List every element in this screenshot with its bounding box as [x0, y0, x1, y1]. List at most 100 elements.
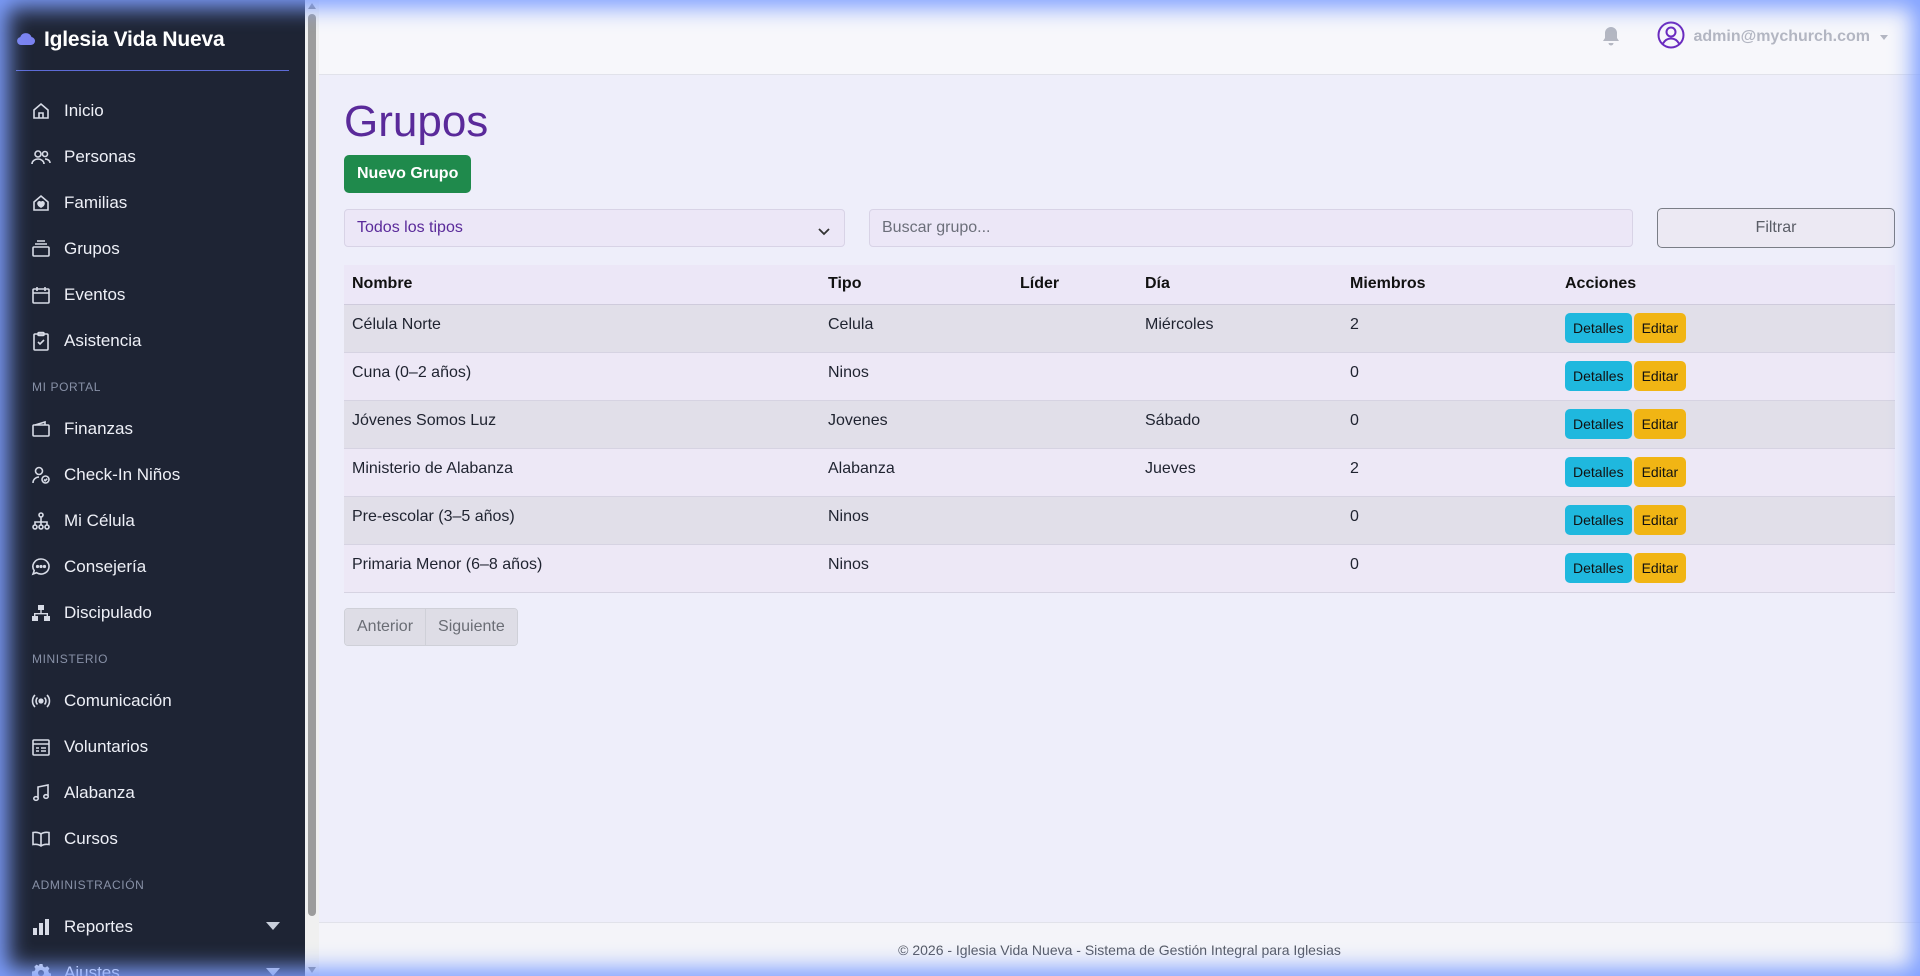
scroll-up-arrow-icon[interactable] [308, 3, 316, 9]
column-header-nombre[interactable]: Nombre [344, 265, 820, 305]
user-email: admin@mychurch.com [1693, 28, 1870, 45]
cell-lider [1012, 448, 1137, 497]
sidebar-item-label: Finanzas [64, 419, 133, 438]
cell-acciones: Detalles Editar [1557, 496, 1895, 545]
sidebar-item-inicio[interactable]: Inicio [30, 96, 280, 126]
edit-button[interactable]: Editar [1633, 504, 1687, 535]
cell-nombre: Jóvenes Somos Luz [344, 400, 820, 449]
sidebar-item-label: Discipulado [64, 603, 152, 622]
edit-button[interactable]: Editar [1633, 456, 1687, 487]
column-header-tipo[interactable]: Tipo [820, 265, 1012, 305]
calendar-list-icon [30, 736, 52, 758]
pagination: Anterior Siguiente [344, 608, 518, 646]
sidebar-item-eventos[interactable]: Eventos [30, 280, 280, 310]
edit-button[interactable]: Editar [1633, 360, 1687, 391]
sidebar-item-ajustes[interactable]: Ajustes [30, 958, 280, 976]
cell-tipo: Ninos [820, 544, 1012, 593]
cell-lider [1012, 496, 1137, 545]
sidebar-item-grupos[interactable]: Grupos [30, 234, 280, 264]
cell-dia: Miércoles [1137, 304, 1342, 353]
diagram-icon [30, 602, 52, 624]
cell-dia [1137, 544, 1342, 593]
cell-miembros: 0 [1342, 400, 1557, 449]
sidebar-item-label: Consejería [64, 557, 147, 576]
search-input[interactable] [869, 209, 1633, 247]
cell-tipo: Ninos [820, 352, 1012, 401]
chevron-down-icon [266, 968, 280, 976]
column-header-lider[interactable]: Líder [1012, 265, 1137, 305]
section-administracion: ADMINISTRACIÓN [32, 878, 145, 892]
wallet-icon [30, 418, 52, 440]
cell-miembros: 0 [1342, 544, 1557, 593]
edit-button[interactable]: Editar [1633, 408, 1687, 439]
sidebar-item-familias[interactable]: Familias [30, 188, 280, 218]
sidebar-item-label: Voluntarios [64, 737, 149, 756]
details-button[interactable]: Detalles [1565, 552, 1632, 583]
table-row: Pre-escolar (3–5 años) Ninos 0 Detalles E… [344, 496, 1895, 545]
brand-divider [16, 70, 289, 71]
sidebar-item-mi-celula[interactable]: Mi Célula [30, 506, 280, 536]
sidebar-item-discipulado[interactable]: Discipulado [30, 598, 280, 628]
calendar-icon [30, 284, 52, 306]
sidebar-item-label: Check-In Niños [64, 465, 181, 484]
sidebar-item-asistencia[interactable]: Asistencia [30, 326, 280, 356]
sidebar-item-voluntarios[interactable]: Voluntarios [30, 732, 280, 762]
cell-nombre: Pre-escolar (3–5 años) [344, 496, 820, 545]
cell-tipo: Celula [820, 304, 1012, 353]
next-page-button[interactable]: Siguiente [425, 609, 517, 645]
scroll-thumb[interactable] [308, 14, 316, 916]
users-icon [30, 146, 52, 168]
sidebar-item-reportes[interactable]: Reportes [30, 912, 280, 942]
column-header-dia[interactable]: Día [1137, 265, 1342, 305]
sidebar-item-alabanza[interactable]: Alabanza [30, 778, 280, 808]
sidebar-item-label: Comunicación [64, 691, 172, 710]
user-avatar-icon [1657, 21, 1685, 54]
clipboard-check-icon [30, 330, 52, 352]
scroll-down-arrow-icon[interactable] [308, 967, 316, 973]
cell-tipo: Jovenes [820, 400, 1012, 449]
section-mi-portal: MI PORTAL [32, 380, 101, 394]
sidebar-item-label: Cursos [64, 829, 118, 848]
cell-dia [1137, 496, 1342, 545]
sidebar-item-cursos[interactable]: Cursos [30, 824, 280, 854]
previous-page-button[interactable]: Anterior [345, 609, 426, 645]
footer-text: © 2026 - Iglesia Vida Nueva - Sistema de… [898, 941, 1341, 958]
table-header: Nombre Tipo Líder Día Miembros Acciones [344, 265, 1895, 305]
brand[interactable]: Iglesia Vida Nueva [16, 26, 225, 54]
details-button[interactable]: Detalles [1565, 504, 1632, 535]
details-button[interactable]: Detalles [1565, 456, 1632, 487]
sidebar-item-personas[interactable]: Personas [30, 142, 280, 172]
sidebar-item-label: Familias [64, 193, 128, 212]
details-button[interactable]: Detalles [1565, 312, 1632, 343]
sidebar-scrollbar[interactable] [305, 0, 319, 976]
sidebar-item-label: Asistencia [64, 331, 142, 350]
cell-acciones: Detalles Editar [1557, 400, 1895, 449]
sidebar-item-comunicacion[interactable]: Comunicación [30, 686, 280, 716]
cell-nombre: Primaria Menor (6–8 años) [344, 544, 820, 593]
cell-nombre: Célula Norte [344, 304, 820, 353]
hierarchy-icon [30, 510, 52, 532]
cell-nombre: Cuna (0–2 años) [344, 352, 820, 401]
sidebar-item-consejeria[interactable]: Consejería [30, 552, 280, 582]
cell-tipo: Alabanza [820, 448, 1012, 497]
details-button[interactable]: Detalles [1565, 360, 1632, 391]
edit-button[interactable]: Editar [1633, 312, 1687, 343]
type-select[interactable]: Todos los tipos [344, 209, 845, 247]
filter-button[interactable]: Filtrar [1657, 208, 1895, 248]
edit-button[interactable]: Editar [1633, 552, 1687, 583]
cell-acciones: Detalles Editar [1557, 448, 1895, 497]
cell-acciones: Detalles Editar [1557, 544, 1895, 593]
column-header-miembros[interactable]: Miembros [1342, 265, 1557, 305]
sidebar-item-label: Reportes [64, 917, 133, 936]
topbar: admin@mychurch.com [319, 0, 1920, 75]
sidebar-item-label: Personas [64, 147, 136, 166]
sidebar-item-finanzas[interactable]: Finanzas [30, 414, 280, 444]
new-group-button[interactable]: Nuevo Grupo [344, 155, 472, 193]
chevron-down-icon [1880, 34, 1888, 40]
gear-icon [30, 962, 52, 976]
bell-icon[interactable] [1601, 26, 1623, 50]
details-button[interactable]: Detalles [1565, 408, 1632, 439]
groups-table: Nombre Tipo Líder Día Miembros Acciones … [344, 265, 1895, 593]
user-menu[interactable]: admin@mychurch.com [1657, 21, 1888, 54]
sidebar-item-check-in-ninos[interactable]: Check-In Niños [30, 460, 280, 490]
